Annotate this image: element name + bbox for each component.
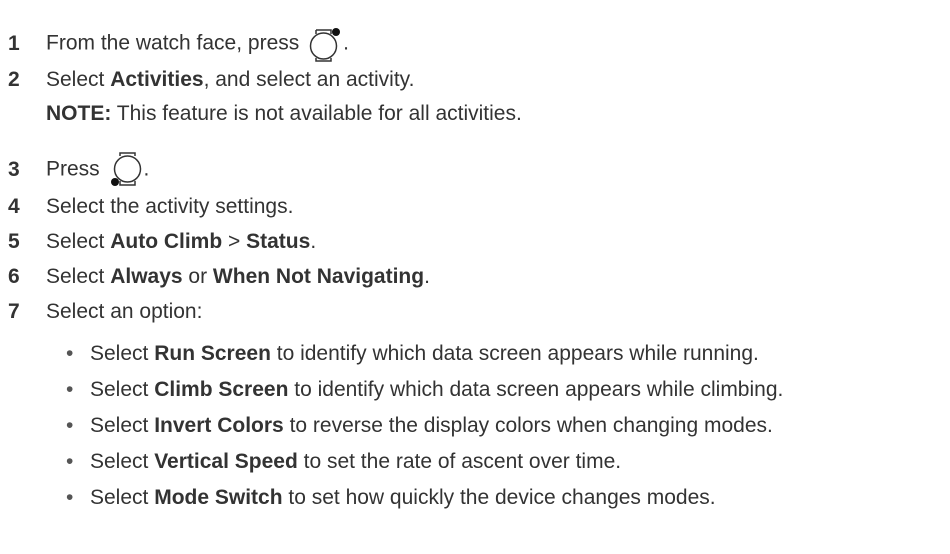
step-text: Select <box>46 230 111 253</box>
option-name: Mode Switch <box>154 486 283 509</box>
step-text: . <box>310 230 317 253</box>
list-item-text: to identify which data screen appears wh… <box>288 378 784 401</box>
menu-item-activities: Activities <box>110 68 204 91</box>
step-text: Select <box>46 265 111 288</box>
option-name: Vertical Speed <box>154 450 298 473</box>
step-text-end: . <box>143 157 150 181</box>
step-text: Select the activity settings. <box>46 195 294 218</box>
list-item-text: Select <box>90 486 155 509</box>
menu-item-auto-climb: Auto Climb <box>110 230 223 253</box>
list-item-text: Select <box>90 450 155 473</box>
step-separator: > <box>222 230 247 253</box>
note-text: This feature is not available for all ac… <box>111 102 522 125</box>
note-label: NOTE: <box>46 102 112 125</box>
option-name: Climb Screen <box>154 378 289 401</box>
watch-button-top-right-icon <box>307 26 343 62</box>
bullet-icon: • <box>66 486 74 509</box>
bullet-icon: • <box>66 378 74 401</box>
step-1: 1 From the watch face, press . <box>8 26 349 62</box>
step-7: 7 Select an option: <box>8 298 202 326</box>
list-item-text: Select <box>90 378 155 401</box>
step-text: Select an option: <box>46 300 203 323</box>
step-text: Press <box>46 157 106 181</box>
bullet-icon: • <box>66 450 74 473</box>
bullet-icon: • <box>66 414 74 437</box>
note: NOTE: This feature is not available for … <box>46 100 522 128</box>
menu-item-status: Status <box>246 230 311 253</box>
step-number: 7 <box>8 300 20 323</box>
step-number: 2 <box>8 68 20 91</box>
step-number: 5 <box>8 230 20 253</box>
list-item-text: to identify which data screen appears wh… <box>270 342 759 365</box>
option-when-not-navigating: When Not Navigating <box>212 265 425 288</box>
step-3: 3 Press . <box>8 152 149 188</box>
option-name: Invert Colors <box>154 414 284 437</box>
bullet-icon: • <box>66 342 74 365</box>
list-item-invert-colors: • Select Invert Colors to reverse the dis… <box>66 412 773 440</box>
list-item-text: Select <box>90 414 155 437</box>
option-always: Always <box>110 265 183 288</box>
step-text: Select <box>46 68 111 91</box>
step-text: or <box>182 265 213 288</box>
watch-button-bottom-left-icon <box>108 152 144 188</box>
list-item-text: to set the rate of ascent over time. <box>297 450 622 473</box>
list-item-text: to set how quickly the device changes mo… <box>282 486 716 509</box>
list-item-vertical-speed: • Select Vertical Speed to set the rate o… <box>66 448 621 476</box>
option-name: Run Screen <box>154 342 271 365</box>
step-text: , and select an activity. <box>203 68 415 91</box>
step-number: 1 <box>8 31 20 55</box>
step-4: 4 Select the activity settings. <box>8 193 293 221</box>
step-text-end: . <box>343 31 349 55</box>
step-6: 6 Select Always or When Not Navigating. <box>8 263 430 291</box>
list-item-mode-switch: • Select Mode Switch to set how quickly t… <box>66 484 716 512</box>
step-text: . <box>424 265 430 288</box>
step-number: 6 <box>8 265 20 288</box>
step-2: 2 Select Activities, and select an activi… <box>8 66 414 94</box>
step-text: From the watch face, press <box>46 31 306 55</box>
step-5: 5 Select Auto Climb > Status. <box>8 228 316 256</box>
list-item-text: to reverse the display colors when chang… <box>283 414 773 437</box>
step-number: 3 <box>8 157 20 181</box>
step-number: 4 <box>8 195 20 218</box>
list-item-text: Select <box>90 342 155 365</box>
list-item-climb-screen: • Select Climb Screen to identify which d… <box>66 376 783 404</box>
list-item-run-screen: • Select Run Screen to identify which dat… <box>66 340 759 368</box>
